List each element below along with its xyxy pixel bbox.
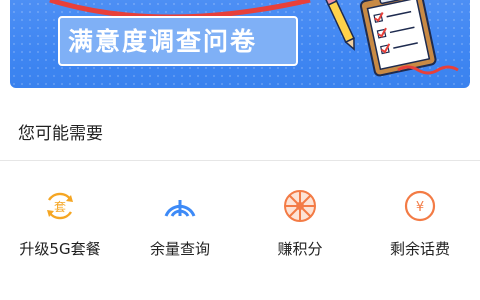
service-upgrade-5g[interactable]: 套 升级5G套餐 xyxy=(0,186,120,276)
service-label: 赚积分 xyxy=(277,240,323,258)
service-label: 剩余话费 xyxy=(389,240,450,258)
balance-coin-icon: ¥ xyxy=(400,186,440,226)
section-divider xyxy=(0,160,480,161)
service-balance-query[interactable]: 余量查询 xyxy=(120,186,240,276)
clipboard-checklist-icon xyxy=(324,0,459,77)
service-label: 余量查询 xyxy=(149,240,210,258)
service-remaining-balance[interactable]: ¥ 剩余话费 xyxy=(360,186,480,276)
package-icon-text: 套 xyxy=(54,200,66,214)
banner-title: 满意度调查问卷 xyxy=(68,27,258,56)
service-earn-points[interactable]: 赚积分 xyxy=(240,186,360,276)
promo-banner[interactable]: 满意度调查问卷 xyxy=(10,0,470,88)
service-grid: 套 升级5G套餐 余量查询 赚积分 ¥ 剩余话费 xyxy=(0,186,480,276)
package-upgrade-icon: 套 xyxy=(40,186,80,226)
service-label: 升级5G套餐 xyxy=(19,240,101,258)
coin-icon-text: ¥ xyxy=(416,200,424,215)
signal-gauge-icon xyxy=(160,186,200,226)
points-wheel-icon xyxy=(280,186,320,226)
section-title: 您可能需要 xyxy=(18,124,103,144)
